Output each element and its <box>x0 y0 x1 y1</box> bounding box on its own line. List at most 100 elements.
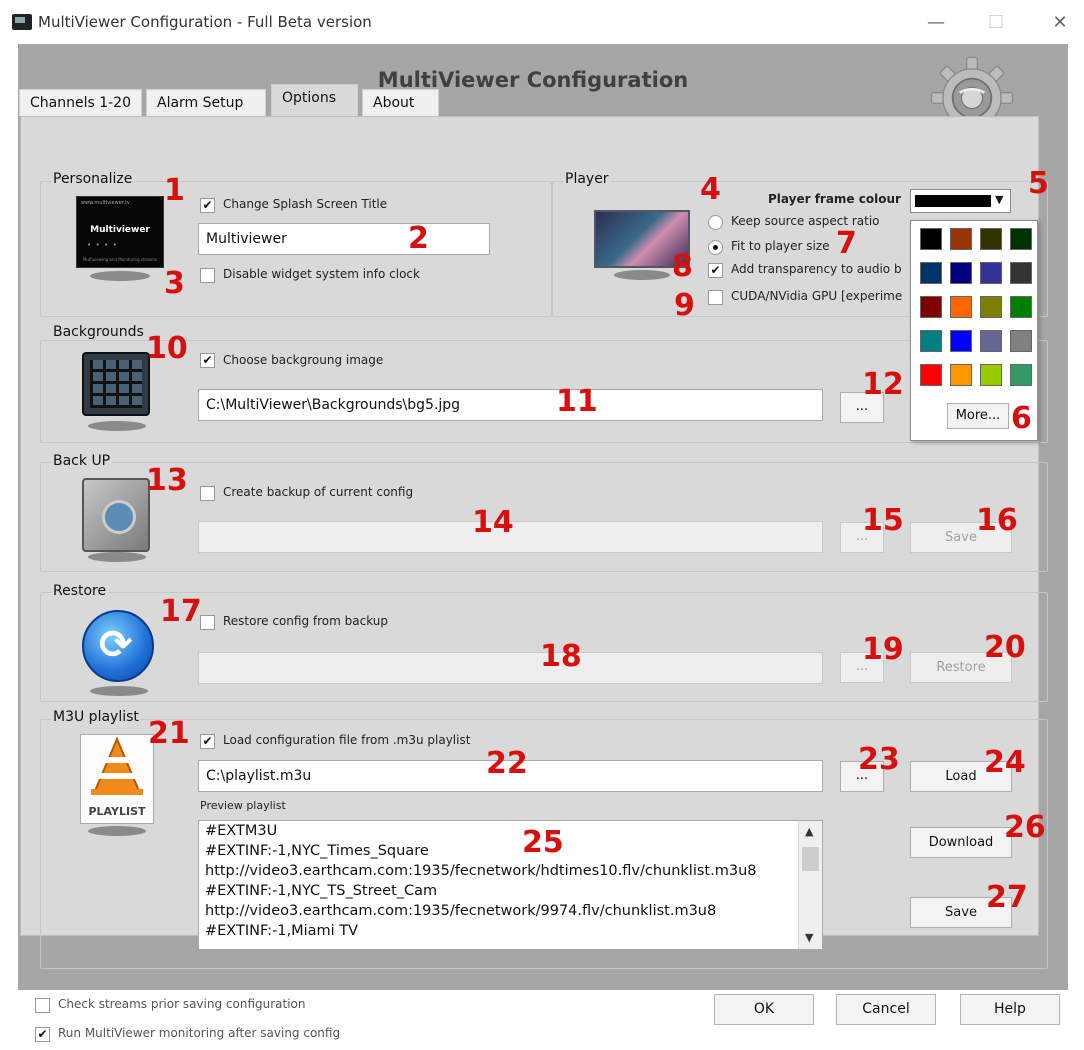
playlist-preview-textarea[interactable]: #EXTM3U #EXTINF:-1,NYC_Times_Square http… <box>198 820 823 950</box>
annotation-25: 25 <box>522 825 564 860</box>
create-backup-checkbox[interactable] <box>200 486 215 501</box>
load-from-m3u-checkbox[interactable]: ✔ <box>200 734 215 749</box>
colour-swatch[interactable] <box>1010 330 1032 352</box>
player-label: Player <box>563 171 611 187</box>
personalize-label: Personalize <box>51 171 135 187</box>
create-backup-label: Create backup of current config <box>223 485 414 499</box>
transparency-label: Add transparency to audio b <box>731 262 902 276</box>
backup-label: Back UP <box>51 453 113 469</box>
keep-aspect-label: Keep source aspect ratio <box>731 214 880 228</box>
splash-title-input[interactable]: Multiviewer <box>198 223 490 255</box>
annotation-2: 2 <box>408 221 429 256</box>
frame-colour-swatch <box>915 195 991 207</box>
colour-swatch[interactable] <box>920 296 942 318</box>
run-monitoring-checkbox[interactable]: ✔ <box>35 1027 50 1042</box>
annotation-16: 16 <box>976 503 1018 538</box>
run-monitoring-label: Run MultiViewer monitoring after saving … <box>58 1026 341 1040</box>
background-path-input[interactable]: C:\MultiViewer\Backgrounds\bg5.jpg <box>198 389 823 421</box>
colour-swatch[interactable] <box>950 364 972 386</box>
choose-background-label: Choose backgroung image <box>223 353 384 367</box>
annotation-4: 4 <box>700 172 721 207</box>
window-title: MultiViewer Configuration - Full Beta ve… <box>38 13 372 31</box>
safe-icon <box>82 478 150 552</box>
tab-channels[interactable]: Channels 1-20 <box>19 89 142 116</box>
fit-player-label: Fit to player size <box>731 239 830 253</box>
annotation-22: 22 <box>486 746 528 781</box>
transparency-checkbox[interactable]: ✔ <box>708 263 723 278</box>
colour-swatch[interactable] <box>980 262 1002 284</box>
preview-scrollbar[interactable]: ▲ ▼ <box>798 821 822 949</box>
colour-swatch[interactable] <box>980 228 1002 250</box>
cuda-label: CUDA/NVidia GPU [experime <box>731 289 903 303</box>
annotation-10: 10 <box>146 331 188 366</box>
annotation-15: 15 <box>862 503 904 538</box>
colour-swatch[interactable] <box>950 330 972 352</box>
download-playlist-button[interactable]: Download <box>910 827 1012 858</box>
scroll-down-icon[interactable]: ▼ <box>805 931 813 944</box>
colour-swatch[interactable] <box>920 228 942 250</box>
backgrounds-label: Backgrounds <box>51 324 146 340</box>
keep-aspect-radio[interactable] <box>708 215 723 230</box>
annotation-3: 3 <box>164 266 185 301</box>
annotation-23: 23 <box>858 742 900 777</box>
colour-swatch[interactable] <box>950 262 972 284</box>
minimize-button[interactable]: — <box>916 8 956 38</box>
maximize-button[interactable]: ☐ <box>976 8 1016 38</box>
colour-swatch[interactable] <box>980 296 1002 318</box>
cuda-checkbox[interactable] <box>708 290 723 305</box>
choose-background-checkbox[interactable]: ✔ <box>200 353 215 368</box>
app-icon <box>12 14 32 30</box>
colour-swatch[interactable] <box>920 330 942 352</box>
tab-options[interactable]: Options <box>271 84 358 117</box>
change-splash-label: Change Splash Screen Title <box>223 197 388 211</box>
fit-player-radio[interactable] <box>708 240 723 255</box>
colour-swatch[interactable] <box>1010 262 1032 284</box>
restore-checkbox[interactable] <box>200 615 215 630</box>
tab-alarm-setup[interactable]: Alarm Setup <box>146 89 266 116</box>
annotation-27: 27 <box>986 880 1028 915</box>
disable-clock-checkbox[interactable] <box>200 268 215 283</box>
annotation-6: 6 <box>1011 401 1032 436</box>
preview-playlist-label: Preview playlist <box>200 799 286 812</box>
annotation-19: 19 <box>862 632 904 667</box>
annotation-24: 24 <box>984 745 1026 780</box>
tab-about[interactable]: About <box>362 89 439 116</box>
restore-label: Restore <box>51 583 109 599</box>
m3u-label: M3U playlist <box>51 709 141 725</box>
colour-swatch[interactable] <box>980 330 1002 352</box>
change-splash-checkbox[interactable]: ✔ <box>200 198 215 213</box>
close-button[interactable]: ✕ <box>1040 8 1080 38</box>
more-colours-button[interactable]: More... <box>947 403 1009 429</box>
disable-clock-label: Disable widget system info clock <box>223 267 420 281</box>
scroll-up-icon[interactable]: ▲ <box>805 825 813 838</box>
colour-swatch[interactable] <box>920 364 942 386</box>
splash-thumbnail: www.multiviewer.tv Multiviewer • • • • M… <box>76 196 164 268</box>
scroll-thumb[interactable] <box>802 847 819 871</box>
annotation-7: 7 <box>836 226 857 261</box>
colour-swatch[interactable] <box>1010 364 1032 386</box>
playlist-preview-text: #EXTM3U #EXTINF:-1,NYC_Times_Square http… <box>205 823 757 939</box>
annotation-5: 5 <box>1028 166 1049 201</box>
annotation-9: 9 <box>674 288 695 323</box>
safe-shadow <box>88 552 146 562</box>
annotation-17: 17 <box>160 594 202 629</box>
playlist-icon: PLAYLIST <box>80 734 154 824</box>
colour-swatch[interactable] <box>1010 228 1032 250</box>
frame-colour-dropdown[interactable]: ▼ <box>910 189 1011 213</box>
cancel-button[interactable]: Cancel <box>836 994 936 1025</box>
colour-swatch[interactable] <box>920 262 942 284</box>
colour-swatch[interactable] <box>980 364 1002 386</box>
chevron-down-icon: ▼ <box>995 193 1004 206</box>
help-button[interactable]: Help <box>960 994 1060 1025</box>
colour-swatch[interactable] <box>1010 296 1032 318</box>
frame-colour-label: Player frame colour <box>768 192 901 206</box>
ok-button[interactable]: OK <box>714 994 814 1025</box>
annotation-14: 14 <box>472 505 514 540</box>
restore-path-input[interactable] <box>198 652 823 684</box>
check-streams-checkbox[interactable] <box>35 998 50 1013</box>
restore-option-label: Restore config from backup <box>223 614 388 628</box>
annotation-21: 21 <box>148 716 190 751</box>
annotation-26: 26 <box>1004 810 1046 845</box>
colour-swatch[interactable] <box>950 228 972 250</box>
colour-swatch[interactable] <box>950 296 972 318</box>
